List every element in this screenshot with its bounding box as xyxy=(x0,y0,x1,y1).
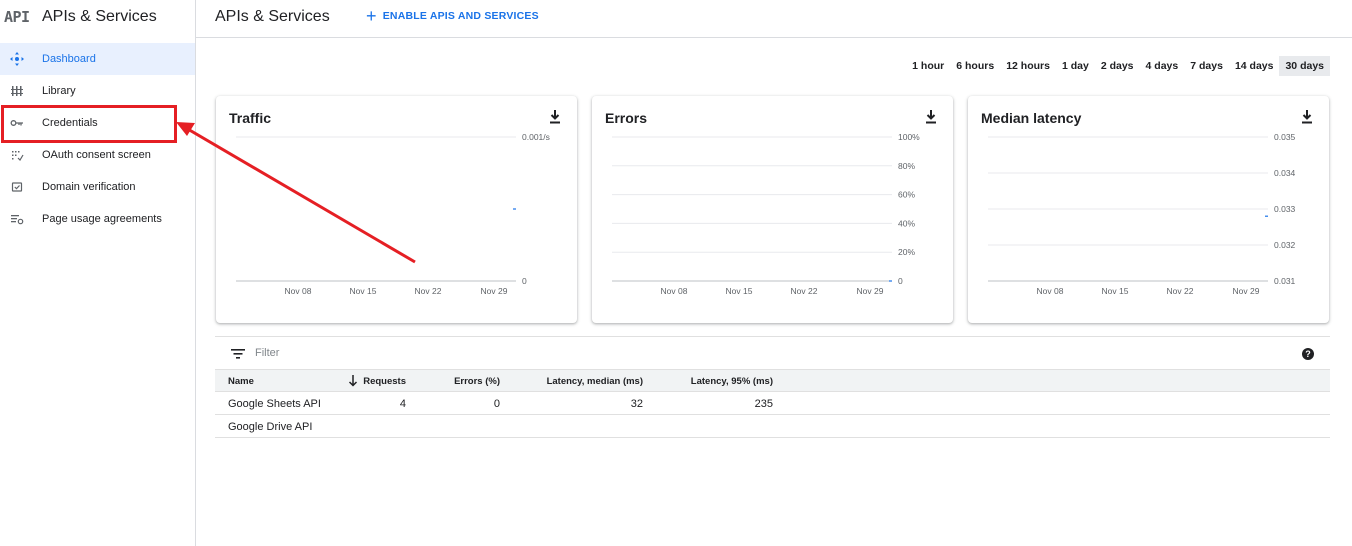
sidebar-item-library[interactable]: Library xyxy=(0,75,195,107)
sort-descending-icon[interactable] xyxy=(348,375,358,387)
table-header: Name Requests Errors (%) Latency, median… xyxy=(215,369,1330,392)
latency-chart: 0.031 0.032 0.033 0.034 0.035 Nov 08 Nov 15 Nov… xyxy=(988,132,1296,296)
x-tick-label: Nov 22 xyxy=(791,286,818,296)
y-tick-label: 80% xyxy=(898,161,915,171)
y-tick-label: 100% xyxy=(898,132,920,142)
latency-card: Median latency 0.031 0.032 0.033 0.034 0.035… xyxy=(968,96,1329,323)
chart-title: Errors xyxy=(605,110,648,126)
sidebar-item-label: OAuth consent screen xyxy=(42,149,151,161)
x-tick-label: Nov 15 xyxy=(1102,286,1129,296)
y-tick-label: 0.034 xyxy=(1274,168,1296,178)
chart-title: Traffic xyxy=(229,110,272,126)
x-tick-label: Nov 29 xyxy=(481,286,508,296)
download-icon[interactable] xyxy=(1301,110,1313,124)
errors-chart: 0 20% 40% 60% 80% 100% Nov 08 Nov 15 Nov 22 Nov 2… xyxy=(612,132,920,296)
oauth-consent-icon xyxy=(10,148,24,162)
time-range-6-hours[interactable]: 6 hours xyxy=(950,56,1000,76)
key-icon xyxy=(10,116,24,130)
api-name[interactable]: Google Sheets API xyxy=(228,398,321,410)
api-table: Name Requests Errors (%) Latency, median… xyxy=(215,369,1330,438)
column-header-name[interactable]: Name xyxy=(228,376,254,387)
sidebar-item-domain-verification[interactable]: Domain verification xyxy=(0,171,195,203)
time-range-selector: 1 hour 6 hours 12 hours 1 day 2 days 4 days 7 … xyxy=(906,56,1330,76)
enable-apis-label: ENABLE APIS AND SERVICES xyxy=(382,10,539,22)
filter-bar: Filter ? xyxy=(215,336,1330,370)
y-tick-label: 0.032 xyxy=(1274,240,1296,250)
download-icon[interactable] xyxy=(925,110,937,124)
latency-95-cell: 235 xyxy=(754,398,773,410)
api-logo: API xyxy=(4,8,30,26)
time-range-1-day[interactable]: 1 day xyxy=(1056,56,1095,76)
help-icon[interactable]: ? xyxy=(1302,348,1314,360)
x-tick-label: Nov 15 xyxy=(350,286,377,296)
sidebar-item-label: Domain verification xyxy=(42,181,136,193)
sidebar-item-label: Library xyxy=(42,85,76,97)
time-range-7-days[interactable]: 7 days xyxy=(1184,56,1229,76)
x-tick-label: Nov 22 xyxy=(1167,286,1194,296)
table-row[interactable]: Google Sheets API 4 0 32 235 xyxy=(215,392,1330,415)
time-range-12-hours[interactable]: 12 hours xyxy=(1000,56,1056,76)
x-tick-label: Nov 29 xyxy=(1233,286,1260,296)
sidebar-item-label: Page usage agreements xyxy=(42,213,162,225)
time-range-1-hour[interactable]: 1 hour xyxy=(906,56,950,76)
errors-cell: 0 xyxy=(493,398,500,410)
plus-icon: + xyxy=(366,6,377,26)
sidebar-item-oauth-consent[interactable]: OAuth consent screen xyxy=(0,139,195,171)
column-header-errors[interactable]: Errors (%) xyxy=(454,376,500,387)
x-tick-label: Nov 08 xyxy=(285,286,312,296)
column-header-requests[interactable]: Requests xyxy=(363,376,406,387)
x-tick-label: Nov 29 xyxy=(857,286,884,296)
errors-card: Errors 0 20% 40% 60% 80% 100% Nov 08 Nov 15 Nov … xyxy=(592,96,953,323)
requests-cell: 4 xyxy=(399,398,406,410)
column-header-latency-median[interactable]: Latency, median (ms) xyxy=(547,376,643,387)
library-icon xyxy=(10,84,24,98)
x-tick-label: Nov 22 xyxy=(415,286,442,296)
domain-check-icon xyxy=(10,180,24,194)
y-tick-label: 0 xyxy=(898,276,903,286)
table-row[interactable]: Google Drive API xyxy=(215,415,1330,438)
traffic-card: Traffic 0 0.001/s Nov 08 Nov 15 Nov 22 Nov 29 xyxy=(216,96,577,323)
y-tick-label: 0.035 xyxy=(1274,132,1296,142)
y-tick-label: 20% xyxy=(898,247,915,257)
filter-input[interactable]: Filter xyxy=(255,347,279,359)
filter-icon[interactable] xyxy=(231,349,245,359)
time-range-4-days[interactable]: 4 days xyxy=(1140,56,1185,76)
dashboard-icon xyxy=(10,52,24,66)
page-title: APIs & Services xyxy=(215,8,330,25)
y-tick-label: 0 xyxy=(522,276,527,286)
time-range-14-days[interactable]: 14 days xyxy=(1229,56,1280,76)
x-tick-label: Nov 08 xyxy=(1037,286,1064,296)
api-name[interactable]: Google Drive API xyxy=(228,421,312,433)
sidebar-title: APIs & Services xyxy=(42,8,157,25)
sidebar-item-credentials[interactable]: Credentials xyxy=(0,107,195,139)
settings-list-icon xyxy=(10,212,24,226)
time-range-30-days[interactable]: 30 days xyxy=(1279,56,1330,76)
sidebar-item-dashboard[interactable]: Dashboard xyxy=(0,43,195,75)
y-tick-label: 0.031 xyxy=(1274,276,1296,286)
y-tick-label: 60% xyxy=(898,190,915,200)
y-tick-label: 40% xyxy=(898,218,915,228)
traffic-chart: 0 0.001/s Nov 08 Nov 15 Nov 22 Nov 29 xyxy=(236,132,550,296)
sidebar-nav: Dashboard Library Credentials OAuth cons… xyxy=(0,43,195,235)
sidebar: API APIs & Services Dashboard Library Cr… xyxy=(0,0,196,546)
sidebar-item-page-usage[interactable]: Page usage agreements xyxy=(0,203,195,235)
chart-title: Median latency xyxy=(981,110,1082,126)
sidebar-item-label: Credentials xyxy=(42,117,98,129)
y-tick-label: 0.033 xyxy=(1274,204,1296,214)
latency-median-cell: 32 xyxy=(630,398,643,410)
download-icon[interactable] xyxy=(549,110,561,124)
page-header: APIs & Services + ENABLE APIS AND SERVIC… xyxy=(196,0,1352,38)
time-range-2-days[interactable]: 2 days xyxy=(1095,56,1140,76)
enable-apis-button[interactable]: + ENABLE APIS AND SERVICES xyxy=(366,6,539,26)
y-tick-label: 0.001/s xyxy=(522,132,550,142)
x-tick-label: Nov 08 xyxy=(661,286,688,296)
sidebar-item-label: Dashboard xyxy=(42,53,96,65)
x-tick-label: Nov 15 xyxy=(726,286,753,296)
column-header-latency-95[interactable]: Latency, 95% (ms) xyxy=(691,376,773,387)
